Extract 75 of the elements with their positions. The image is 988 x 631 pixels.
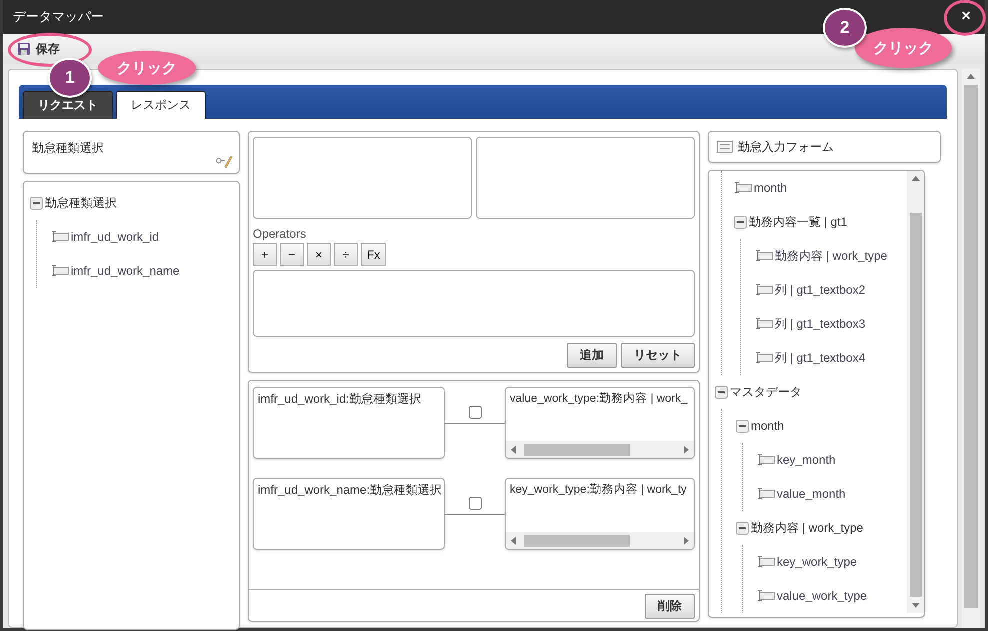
window-title: データマッパー: [13, 8, 104, 26]
vertical-scrollbar[interactable]: [907, 171, 924, 613]
text-field-icon: [755, 284, 773, 296]
scroll-up-icon[interactable]: [912, 175, 920, 183]
text-field-icon: [755, 250, 773, 262]
horizontal-scrollbar[interactable]: [506, 532, 694, 549]
save-button[interactable]: 保存: [11, 38, 66, 60]
tree-field-label[interactable]: key_month: [777, 453, 836, 467]
add-button[interactable]: 追加: [567, 343, 617, 368]
operator-button[interactable]: +: [253, 243, 277, 266]
tab[interactable]: リクエスト: [23, 91, 113, 119]
tree-field-label[interactable]: 勤務内容 | work_type: [775, 248, 888, 264]
target-expression-area[interactable]: [476, 137, 695, 219]
tree-node-label[interactable]: マスタデータ: [730, 384, 802, 400]
vertical-scrollbar[interactable]: [962, 69, 980, 628]
tree-node-label[interactable]: month: [751, 419, 784, 433]
operator-button[interactable]: Fx: [361, 243, 386, 266]
mapping-target[interactable]: value_work_type:勤務内容 | work_: [505, 387, 695, 459]
tree-field-label[interactable]: key_work_type: [777, 555, 858, 569]
target-title: 勤怠入力フォーム: [738, 138, 834, 156]
form-icon: [717, 141, 733, 153]
connector-line: [445, 423, 505, 424]
collapse-icon[interactable]: [715, 386, 728, 398]
operator-button[interactable]: ÷: [334, 243, 358, 266]
mapping-source[interactable]: imfr_ud_work_name:勤怠種類選択: [253, 478, 445, 550]
tree-field-label[interactable]: value_work_type: [777, 589, 868, 603]
tree-node-label[interactable]: 勤務内容一覧 | gt1: [749, 214, 848, 230]
tree-field-label[interactable]: value_month: [777, 487, 846, 501]
horizontal-scrollbar[interactable]: [506, 441, 694, 458]
tree-field-label[interactable]: 列 | gt1_textbox4: [775, 350, 866, 366]
scroll-up-icon[interactable]: [967, 73, 975, 81]
mapping-checkbox[interactable]: [468, 496, 482, 510]
text-field-icon: [755, 318, 773, 330]
tree-node-label[interactable]: 勤怠種類選択: [45, 194, 117, 212]
collapse-icon[interactable]: [734, 216, 747, 228]
text-field-icon: [734, 182, 752, 194]
operator-button[interactable]: ×: [307, 243, 331, 266]
mapping-checkbox[interactable]: [468, 406, 482, 418]
close-button[interactable]: ×: [958, 8, 975, 26]
scroll-right-icon[interactable]: [682, 446, 690, 454]
source-expression-area[interactable]: [253, 137, 472, 219]
text-field-icon: [51, 265, 69, 277]
scroll-down-icon[interactable]: [912, 601, 920, 609]
operator-button[interactable]: −: [280, 243, 304, 266]
tree-field-label[interactable]: 列 | gt1_textbox3: [775, 316, 866, 332]
collapse-icon[interactable]: [736, 420, 749, 432]
tree-field-label[interactable]: imfr_ud_work_id: [71, 230, 160, 244]
text-field-icon: [755, 352, 773, 364]
mapping-source[interactable]: imfr_ud_work_id:勤怠種類選択: [253, 387, 445, 459]
operators-label: Operators: [253, 227, 308, 241]
reset-button[interactable]: リセット: [621, 343, 695, 368]
scroll-left-icon[interactable]: [510, 536, 518, 544]
expression-field[interactable]: [253, 270, 695, 337]
mapping-target[interactable]: key_work_type:勤務内容 | work_ty: [505, 478, 695, 550]
collapse-icon[interactable]: [30, 196, 43, 210]
scroll-right-icon[interactable]: [682, 536, 690, 544]
scroll-left-icon[interactable]: [510, 446, 518, 454]
tree-field-label[interactable]: month: [754, 181, 788, 195]
mapping-target-text: value_work_type:勤務内容 | work_: [509, 391, 689, 407]
text-field-icon: [757, 556, 775, 568]
delete-button[interactable]: 削除: [645, 594, 695, 619]
mapping-target-text: key_work_type:勤務内容 | work_ty: [509, 482, 688, 498]
tree-field-label[interactable]: 列 | gt1_textbox2: [775, 282, 866, 298]
tree-node-label[interactable]: 勤務内容 | work_type: [751, 520, 864, 536]
collapse-icon[interactable]: [736, 522, 749, 534]
text-field-icon: [757, 590, 775, 602]
source-title: 勤怠種類選択: [32, 140, 104, 157]
text-field-icon: [51, 231, 69, 243]
highlight-ring-tooltip: [944, 0, 986, 36]
tree-field-label[interactable]: imfr_ud_work_name: [71, 264, 180, 278]
connector-line: [445, 514, 505, 515]
text-field-icon: [757, 488, 775, 500]
text-field-icon: [757, 454, 775, 466]
key-pencil-icon: [215, 153, 233, 169]
tab[interactable]: レスポンス: [116, 91, 206, 119]
